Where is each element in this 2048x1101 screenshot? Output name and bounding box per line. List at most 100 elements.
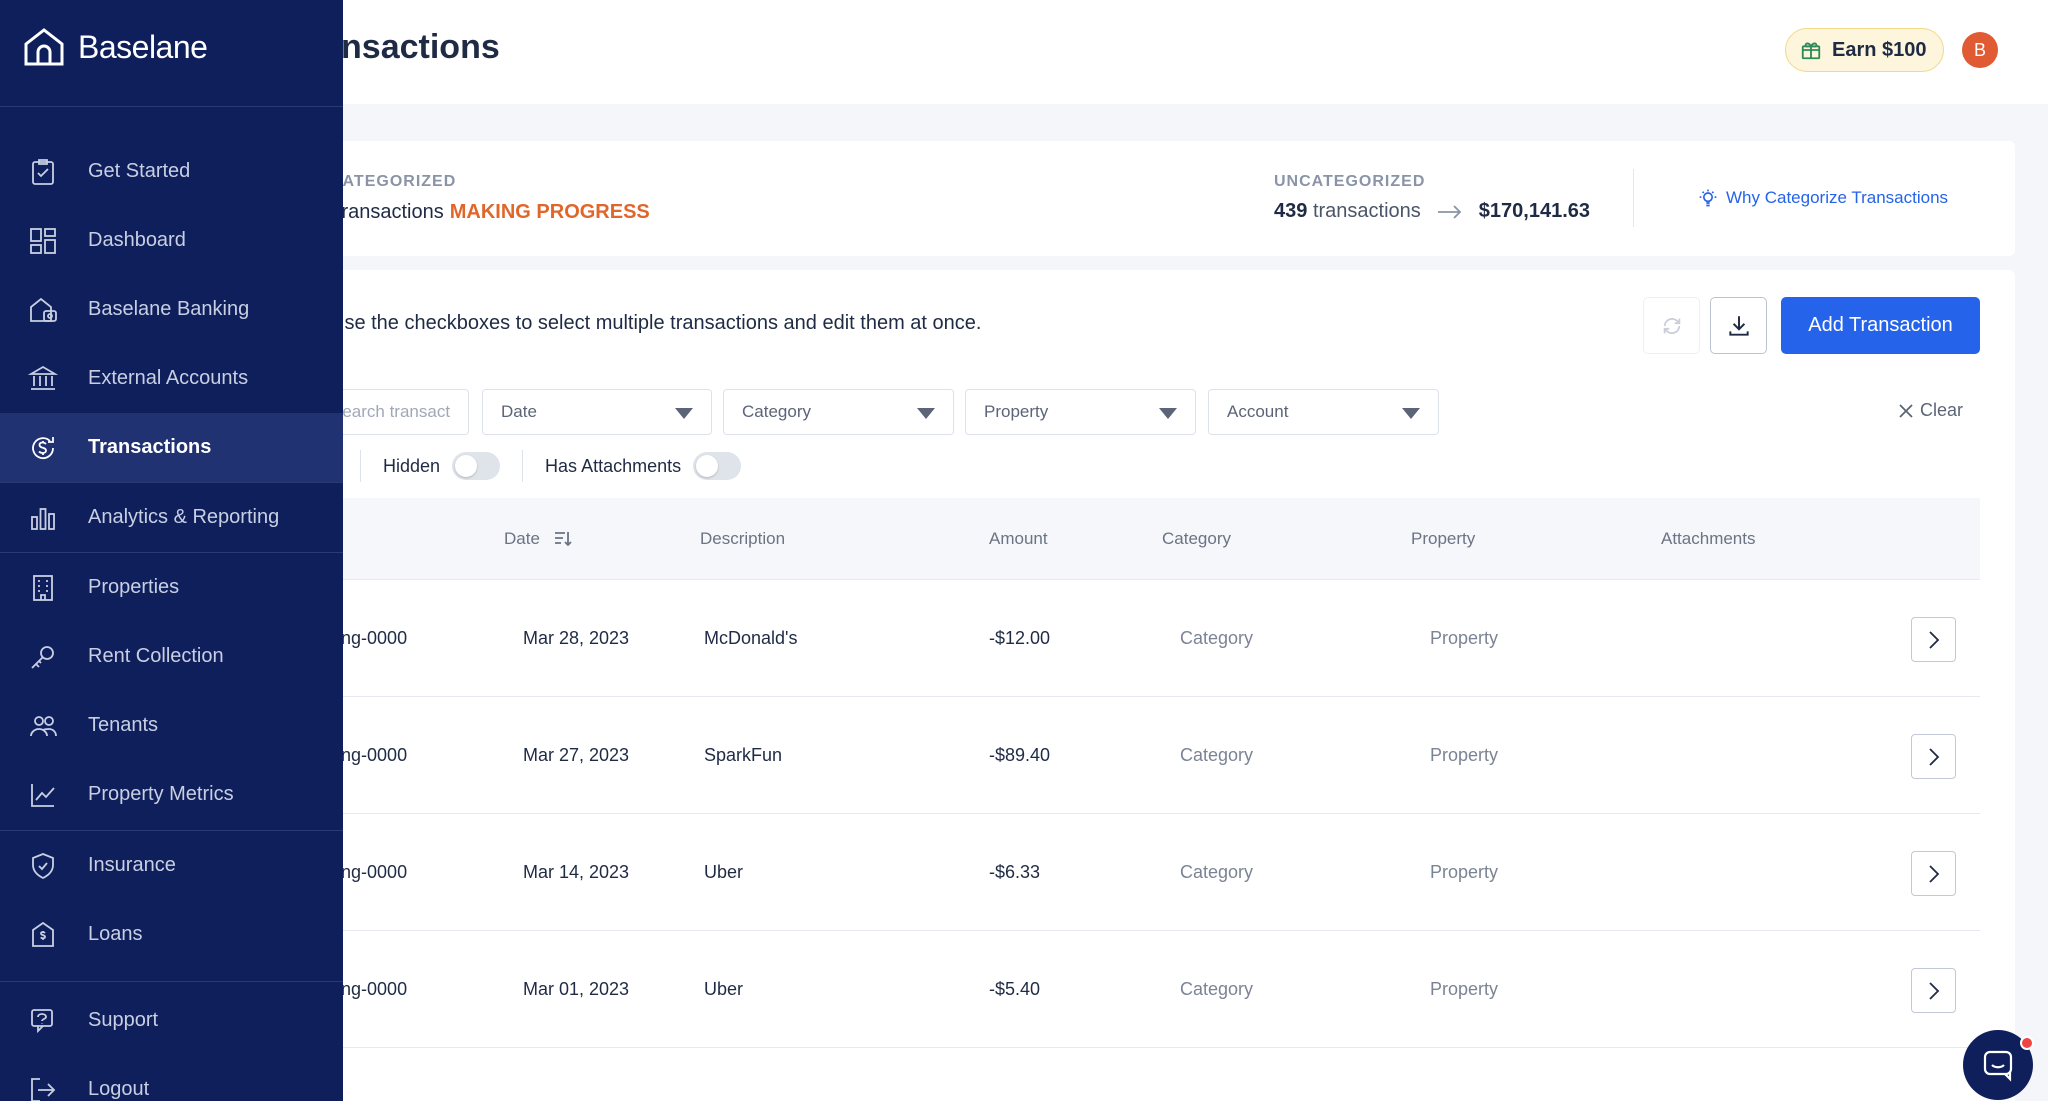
sidebar-item-dashboard[interactable]: Dashboard	[0, 206, 343, 275]
support-icon	[31, 1009, 53, 1034]
chat-icon	[1983, 1050, 2013, 1082]
row-property[interactable]: Property	[1430, 628, 1498, 649]
sidebar-item-support[interactable]: Support	[0, 986, 343, 1055]
sidebar-item-loans[interactable]: Loans	[0, 900, 343, 969]
row-property[interactable]: Property	[1430, 979, 1498, 1000]
chevron-right-icon	[1928, 981, 1939, 1000]
property-filter-dropdown[interactable]: Property	[965, 389, 1196, 435]
search-input[interactable]	[331, 402, 450, 422]
account-filter-label: Account	[1227, 402, 1289, 421]
date-filter-label: Date	[501, 402, 537, 421]
sidebar-item-analytics[interactable]: Analytics & Reporting	[0, 483, 343, 552]
uncategorized-amount: $170,141.63	[1478, 200, 1591, 222]
lightbulb-icon	[1699, 189, 1717, 207]
sidebar-item-label: Transactions	[88, 436, 212, 458]
sidebar-item-rent-collection[interactable]: Rent Collection	[0, 622, 343, 691]
table-row[interactable]: Checking-0000 Mar 27, 2023 SparkFun -$89…	[286, 697, 1980, 814]
uncategorized-count-suffix: transactions	[1312, 200, 1421, 222]
row-date: Mar 27, 2023	[523, 745, 630, 765]
sort-icon[interactable]	[553, 529, 573, 549]
row-amount: -$6.33	[989, 862, 1041, 882]
sidebar-item-label: Get Started	[88, 160, 191, 182]
arrow-right-icon	[1437, 204, 1462, 219]
sidebar-item-banking[interactable]: Baselane Banking	[0, 275, 343, 344]
row-details-button[interactable]	[1911, 968, 1956, 1013]
table-row[interactable]: Checking-0000 Mar 14, 2023 Uber -$6.33 C…	[286, 814, 1980, 931]
col-category: Category	[1162, 529, 1231, 548]
sidebar-item-external-accounts[interactable]: External Accounts	[0, 344, 343, 413]
earn-reward-button[interactable]: Earn $100	[1785, 28, 1944, 72]
row-category[interactable]: Category	[1180, 979, 1253, 1000]
search-field[interactable]	[330, 389, 469, 435]
sidebar-item-label: Baselane Banking	[88, 298, 250, 320]
logout-icon	[31, 1078, 56, 1101]
table-row[interactable]: Checking-0000 Mar 01, 2023 Uber -$5.40 C…	[286, 931, 1980, 1048]
sidebar-item-label: Insurance	[88, 854, 176, 876]
refresh-icon	[1663, 317, 1680, 334]
clear-filters-button[interactable]: Clear	[1898, 400, 1963, 421]
caret-down-icon	[675, 408, 693, 419]
row-description: McDonald's	[704, 628, 798, 648]
institution-icon	[28, 365, 58, 390]
sidebar-item-logout[interactable]: Logout	[0, 1055, 343, 1101]
sidebar-item-transactions[interactable]: Transactions	[0, 413, 343, 482]
sidebar-item-label: Tenants	[88, 714, 159, 736]
summary-divider	[1633, 169, 1634, 227]
row-property[interactable]: Property	[1430, 745, 1498, 766]
table-row[interactable]: Checking-0000 Mar 28, 2023 McDonald's -$…	[286, 580, 1980, 697]
row-category[interactable]: Category	[1180, 628, 1253, 649]
chevron-right-icon	[1928, 747, 1939, 766]
sidebar-item-insurance[interactable]: Insurance	[0, 831, 343, 900]
line-chart-icon	[31, 784, 55, 807]
uncategorized-stats: 439 transactions $170,141.63	[1274, 200, 1590, 223]
toggle-divider	[522, 450, 524, 482]
categorization-summary: CATEGORIZED Transactions MAKING PROGRESS …	[290, 141, 2015, 256]
bank-icon	[30, 297, 57, 322]
account-filter-dropdown[interactable]: Account	[1208, 389, 1439, 435]
caret-down-icon	[1402, 408, 1420, 419]
bulk-edit-hint: Use the checkboxes to select multiple tr…	[330, 312, 982, 334]
shield-icon	[32, 853, 54, 880]
category-filter-label: Category	[742, 402, 811, 421]
transactions-panel: Use the checkboxes to select multiple tr…	[286, 270, 2015, 1101]
col-date[interactable]: Date	[504, 529, 540, 549]
toggle-filters: Hidden Has Attachments	[290, 448, 742, 484]
sidebar-item-properties[interactable]: Properties	[0, 553, 343, 622]
date-filter-dropdown[interactable]: Date	[482, 389, 712, 435]
download-icon	[1728, 315, 1749, 336]
add-transaction-button[interactable]: Add Transaction	[1781, 297, 1980, 354]
refresh-button[interactable]	[1643, 297, 1700, 354]
row-category[interactable]: Category	[1180, 745, 1253, 766]
brand-logo[interactable]: Baselane	[22, 26, 208, 68]
row-details-button[interactable]	[1911, 734, 1956, 779]
row-property[interactable]: Property	[1430, 862, 1498, 883]
col-amount: Amount	[989, 529, 1048, 548]
row-details-button[interactable]	[1911, 851, 1956, 896]
sidebar-item-label: Property Metrics	[88, 783, 234, 805]
sidebar-item-get-started[interactable]: Get Started	[0, 137, 343, 206]
chevron-right-icon	[1928, 864, 1939, 883]
sidebar-item-label: Analytics & Reporting	[88, 506, 280, 528]
users-icon	[30, 716, 57, 737]
sidebar-item-label: Dashboard	[88, 229, 186, 251]
row-category[interactable]: Category	[1180, 862, 1253, 883]
user-avatar[interactable]: B	[1962, 32, 1998, 68]
sidebar-item-property-metrics[interactable]: Property Metrics	[0, 760, 343, 829]
row-date: Mar 28, 2023	[523, 628, 630, 648]
categorized-text: Transactions	[330, 201, 444, 223]
sidebar-item-tenants[interactable]: Tenants	[0, 691, 343, 760]
why-categorize-link[interactable]: Why Categorize Transactions	[1698, 188, 1948, 208]
col-attachments: Attachments	[1661, 529, 1756, 548]
loan-icon	[32, 921, 54, 947]
attachments-toggle-label: Has Attachments	[545, 455, 682, 476]
dashboard-icon	[30, 228, 56, 254]
download-button[interactable]	[1710, 297, 1767, 354]
hidden-toggle[interactable]	[452, 452, 501, 480]
sidebar-divider	[0, 981, 343, 982]
uncategorized-count: 439	[1274, 200, 1308, 222]
category-filter-dropdown[interactable]: Category	[723, 389, 954, 435]
sidebar-item-label: Rent Collection	[88, 645, 224, 667]
row-details-button[interactable]	[1911, 617, 1956, 662]
attachments-toggle[interactable]	[693, 452, 742, 480]
col-property: Property	[1411, 529, 1476, 548]
